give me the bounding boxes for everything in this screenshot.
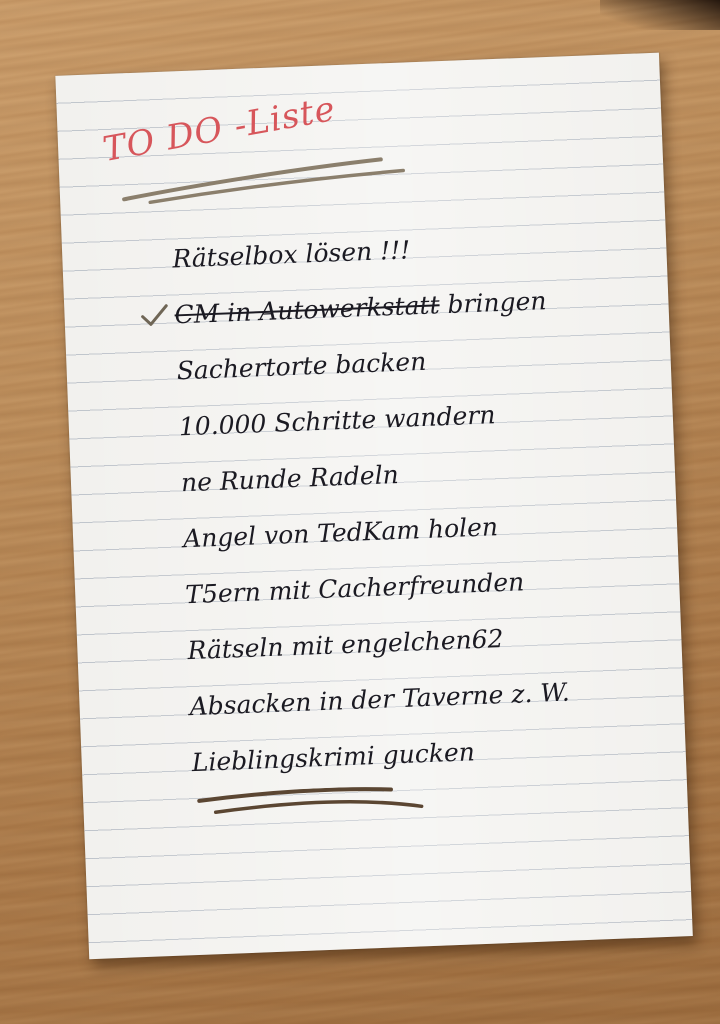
todo-item-text: Angel von TedKam holen (182, 512, 499, 554)
check-icon (141, 304, 168, 326)
todo-item-text: Rätseln mit engelchen62 (186, 624, 505, 666)
todo-item-text: Lieblingskrimi gucken (191, 737, 476, 778)
remaining-text: bringen (438, 286, 547, 320)
title-underline (122, 157, 405, 205)
todo-item-text: ne Runde Radeln (180, 459, 400, 498)
background-shadow (600, 0, 720, 30)
todo-item-text: Sachertorte backen (176, 346, 427, 386)
todo-list: Rätselbox lösen !!! CM in Autowerkstatt … (141, 217, 572, 791)
todo-item-text: T5ern mit Cacherfreunden (184, 567, 525, 610)
todo-item-text: CM in Autowerkstatt bringen (174, 286, 547, 329)
todo-item-text: Absacken in der Taverne z. W. (189, 677, 571, 722)
struck-text: CM in Autowerkstatt (174, 290, 441, 330)
todo-item-text: 10.000 Schritte wandern (178, 400, 496, 442)
item-underline (197, 787, 424, 814)
todo-item-text: Rätselbox lösen !!! (171, 235, 411, 274)
paper-sheet: TO DO -Liste Rätselbox lösen !!! CM in A… (55, 52, 693, 960)
